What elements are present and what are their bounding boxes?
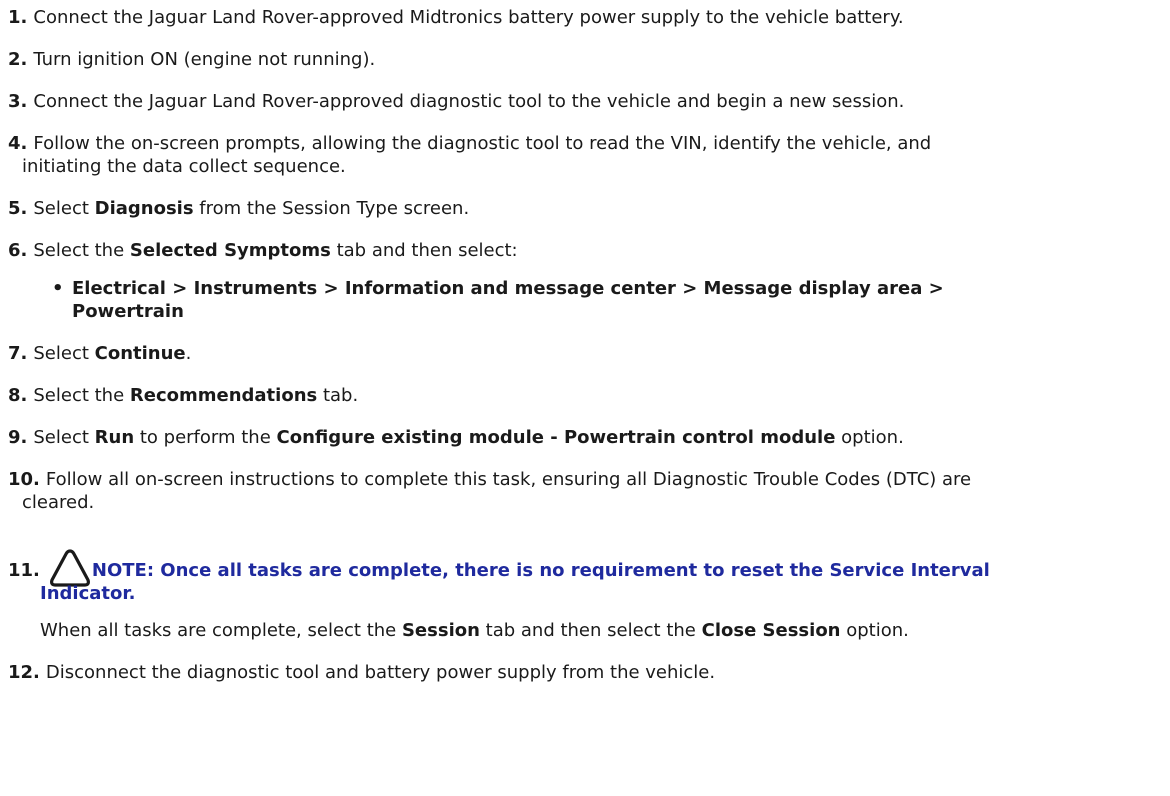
- step-number: 9.: [8, 427, 28, 448]
- step-text-line-2: initiating the data collect sequence.: [22, 156, 346, 177]
- step-number: 10.: [8, 469, 40, 490]
- step-number: 6.: [8, 240, 28, 261]
- step-number: 8.: [8, 385, 28, 406]
- step-number: 1.: [8, 7, 28, 28]
- step-3: 3. Connect the Jaguar Land Rover-approved…: [8, 90, 1168, 113]
- note-text-line-1: NOTE: Once all tasks are complete, there…: [91, 560, 990, 581]
- configure-module-option: Configure existing module - Powertrain c…: [276, 427, 836, 448]
- step-text-line-1: Follow all on-screen instructions to com…: [45, 469, 972, 490]
- symptom-path-list: • Electrical > Instruments > Information …: [8, 277, 1168, 323]
- step-text-pre: Select: [33, 343, 95, 364]
- step-11-body: When all tasks are complete, select the …: [8, 619, 1168, 642]
- step-text-mid: to perform the: [134, 427, 277, 448]
- symptom-path-item: • Electrical > Instruments > Information …: [8, 277, 1168, 323]
- step-number: 4.: [8, 133, 28, 154]
- step-text-line-2: cleared.: [22, 492, 95, 513]
- step-4: 4. Follow the on-screen prompts, allowing…: [8, 132, 1168, 178]
- step-number: 5.: [8, 198, 28, 219]
- step-text-pre: Select: [33, 198, 95, 219]
- run-label: Run: [94, 427, 135, 448]
- note-text-line-2: Indicator.: [40, 583, 136, 604]
- step-1: 1. Connect the Jaguar Land Rover-approved…: [8, 6, 1168, 29]
- step-8: 8. Select the Recommendations tab.: [8, 384, 1168, 407]
- step-number: 12.: [8, 662, 40, 683]
- session-type-diagnosis: Diagnosis: [94, 198, 194, 219]
- step-text-post: from the Session Type screen.: [193, 198, 470, 219]
- step-text: Connect the Jaguar Land Rover-approved d…: [33, 91, 905, 112]
- step-12: 12. Disconnect the diagnostic tool and ba…: [8, 661, 1168, 684]
- tab-session: Session: [401, 620, 480, 641]
- step-11: 11. NOTE: Once all tasks are complete, t…: [8, 548, 1168, 605]
- step-text: Turn ignition ON (engine not running).: [33, 49, 376, 70]
- step-text-post: option.: [840, 620, 909, 641]
- step-text-post: .: [185, 343, 192, 364]
- step-6: 6. Select the Selected Symptoms tab and t…: [8, 239, 1168, 262]
- symptom-path-line-2: Powertrain: [72, 301, 184, 322]
- step-number: 7.: [8, 343, 28, 364]
- step-text-post: tab.: [317, 385, 359, 406]
- close-session-option: Close Session: [701, 620, 841, 641]
- step-7: 7. Select Continue.: [8, 342, 1168, 365]
- symptom-path-line-1: Electrical > Instruments > Information a…: [72, 278, 944, 299]
- procedure-document: 1. Connect the Jaguar Land Rover-approved…: [8, 6, 1168, 703]
- step-text-pre: When all tasks are complete, select the: [40, 620, 402, 641]
- step-5: 5. Select Diagnosis from the Session Type…: [8, 197, 1168, 220]
- bullet-icon: •: [52, 278, 64, 299]
- step-text-post: option.: [835, 427, 904, 448]
- step-9: 9. Select Run to perform the Configure ex…: [8, 426, 1168, 449]
- step-2: 2. Turn ignition ON (engine not running).: [8, 48, 1168, 71]
- step-text-pre: Select the: [33, 240, 130, 261]
- step-number: 3.: [8, 91, 28, 112]
- step-number: 11.: [8, 560, 40, 581]
- step-text-post: tab and then select:: [330, 240, 518, 261]
- step-text-pre: Select: [33, 427, 95, 448]
- note-row: 11. NOTE: Once all tasks are complete, t…: [8, 548, 1168, 587]
- step-text-pre: Select the: [33, 385, 130, 406]
- tab-recommendations: Recommendations: [129, 385, 318, 406]
- step-text-mid: tab and then select the: [479, 620, 702, 641]
- step-text-line-1: Follow the on-screen prompts, allowing t…: [33, 133, 932, 154]
- step-number: 2.: [8, 49, 28, 70]
- step-10: 10. Follow all on-screen instructions to …: [8, 468, 1168, 514]
- tab-selected-symptoms: Selected Symptoms: [129, 240, 331, 261]
- continue-label: Continue: [94, 343, 186, 364]
- step-text: Disconnect the diagnostic tool and batte…: [45, 662, 716, 683]
- step-text: Connect the Jaguar Land Rover-approved M…: [33, 7, 904, 28]
